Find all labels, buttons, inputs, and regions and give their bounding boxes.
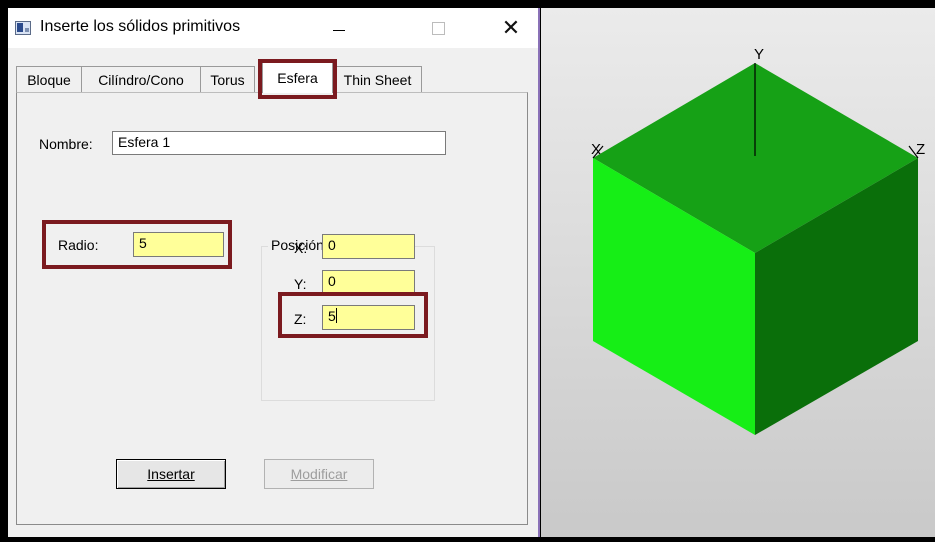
dialog-client: Bloque Cilíndro/Cono Torus Esfera Thin S… <box>8 48 538 537</box>
maximize-button[interactable] <box>415 8 461 48</box>
dialog-window: Inserte los sólidos primitivos ✕ Bloque … <box>8 8 540 537</box>
tab-esfera[interactable]: Esfera <box>262 62 333 93</box>
x-label: X: <box>294 240 308 256</box>
radius-input[interactable]: 5 <box>133 232 224 257</box>
tab-torus[interactable]: Torus <box>200 66 255 92</box>
y-label: Y: <box>294 276 307 292</box>
tab-bloque[interactable]: Bloque <box>16 66 82 92</box>
name-label: Nombre: <box>39 136 93 152</box>
radius-label: Radio: <box>58 237 99 253</box>
name-input[interactable]: Esfera 1 <box>112 131 446 155</box>
maximize-icon <box>431 21 445 35</box>
z-input-value: 5 <box>328 308 336 324</box>
minimize-button[interactable] <box>316 8 362 48</box>
tab-label: Thin Sheet <box>343 71 412 88</box>
close-button[interactable]: ✕ <box>488 8 534 48</box>
x-input[interactable]: 0 <box>322 234 415 259</box>
tab-label: Cilíndro/Cono <box>98 71 184 88</box>
axis-label-y: Y <box>754 46 764 63</box>
close-icon: ✕ <box>501 15 521 40</box>
cube-scene: Y X Z <box>591 46 925 435</box>
modify-button[interactable]: Modificar <box>264 459 374 489</box>
tab-cilindro-cono[interactable]: Cilíndro/Cono <box>81 66 201 92</box>
y-input[interactable]: 0 <box>322 270 415 295</box>
title-bar[interactable]: Inserte los sólidos primitivos ✕ <box>8 8 538 48</box>
z-input[interactable]: 5 <box>322 305 415 330</box>
axis-label-z: Z <box>916 141 925 158</box>
3d-viewport[interactable]: Y X Z <box>541 8 935 537</box>
tab-label: Torus <box>210 71 245 88</box>
z-label: Z: <box>294 311 307 327</box>
text-caret <box>335 308 337 323</box>
app-window-icon <box>15 21 31 35</box>
insert-button[interactable]: Insertar <box>116 459 226 489</box>
minimize-icon <box>333 29 345 31</box>
window-title: Inserte los sólidos primitivos <box>40 18 241 35</box>
tab-label: Esfera <box>277 70 318 86</box>
tab-label: Bloque <box>27 71 71 88</box>
axis-label-x: X <box>591 141 601 158</box>
tab-thin-sheet[interactable]: Thin Sheet <box>333 66 422 92</box>
